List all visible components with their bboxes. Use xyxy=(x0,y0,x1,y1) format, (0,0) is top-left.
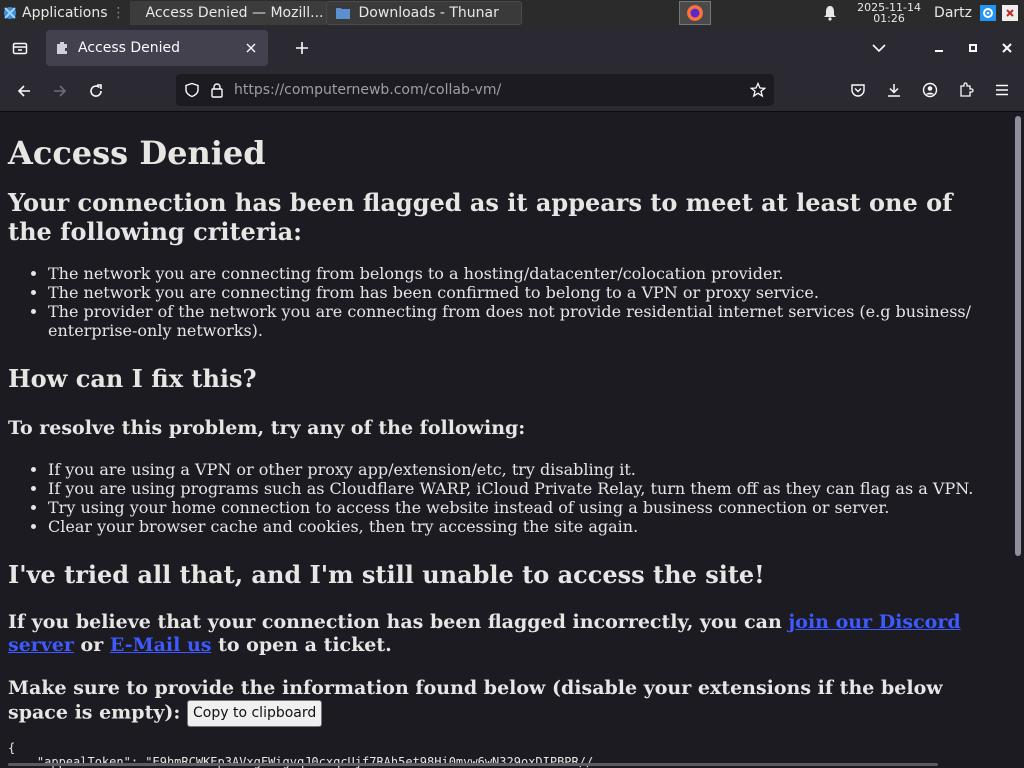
copy-to-clipboard-button[interactable]: Copy to clipboard xyxy=(187,700,323,727)
taskbar-item-thunar[interactable]: Downloads - Thunar xyxy=(325,1,522,25)
arrow-right-icon xyxy=(54,84,67,97)
provide-info-paragraph: Make sure to provide the information fou… xyxy=(8,677,1004,727)
list-all-tabs-button[interactable] xyxy=(862,31,896,65)
scrollbar-thumb[interactable] xyxy=(1015,116,1021,556)
forward-button[interactable] xyxy=(44,75,76,107)
clock-time: 01:26 xyxy=(873,12,905,25)
top-panel: Applications ⋮ Access Denied — Mozill...… xyxy=(0,0,1024,26)
horizontal-scrollbar[interactable] xyxy=(0,762,940,767)
fixes-list: If you are using a VPN or other proxy ap… xyxy=(48,460,1004,536)
lock-icon[interactable] xyxy=(210,82,224,98)
reload-icon xyxy=(90,83,102,97)
maximize-button[interactable] xyxy=(956,31,990,65)
new-tab-button[interactable] xyxy=(286,32,318,64)
download-icon xyxy=(888,84,900,97)
puzzle-icon xyxy=(960,82,974,97)
taskbar-item-label: Downloads - Thunar xyxy=(358,5,499,21)
shield-icon[interactable] xyxy=(184,82,200,98)
bell-icon xyxy=(824,6,837,21)
url-text[interactable]: https://computernewb.com/collab-vm/ xyxy=(234,82,740,98)
window-controls xyxy=(862,26,1024,70)
provide-text: Make sure to provide the information fou… xyxy=(8,677,943,724)
tab-access-denied[interactable]: Access Denied xyxy=(46,30,268,66)
panel-separator: ⋮ xyxy=(111,5,126,21)
page-title: Access Denied xyxy=(8,134,266,172)
email-link[interactable]: E-Mail us xyxy=(110,634,212,656)
firefox-launcher[interactable] xyxy=(679,1,711,25)
list-item: The network you are connecting from has … xyxy=(48,283,1004,302)
applications-menu[interactable]: Applications ⋮ xyxy=(0,0,130,26)
settings-tray-button[interactable] xyxy=(980,5,996,21)
scrollbar-thumb[interactable] xyxy=(8,763,938,766)
firefox-icon xyxy=(687,5,703,21)
tab-close-button[interactable] xyxy=(242,39,260,57)
list-item: If you are using a VPN or other proxy ap… xyxy=(48,460,1004,479)
vertical-scrollbar[interactable] xyxy=(1012,112,1024,768)
app-menu-button[interactable] xyxy=(984,74,1020,106)
notifications-button[interactable] xyxy=(810,5,850,21)
contact-mid: or xyxy=(73,634,110,656)
folder-icon xyxy=(335,8,350,19)
tab-strip: Access Denied xyxy=(0,26,1024,70)
plus-icon xyxy=(296,42,308,54)
resolve-heading: To resolve this problem, try any of the … xyxy=(8,417,526,439)
hamburger-menu-icon xyxy=(996,84,1008,96)
back-button[interactable] xyxy=(8,75,40,107)
tried-heading: I've tried all that, and I'm still unabl… xyxy=(8,560,765,589)
reload-button[interactable] xyxy=(80,75,112,107)
list-item: The network you are connecting from belo… xyxy=(48,264,1004,283)
fix-heading: How can I fix this? xyxy=(8,364,257,393)
window-close-button[interactable] xyxy=(990,31,1024,65)
minimize-button[interactable] xyxy=(922,31,956,65)
account-icon xyxy=(922,82,938,98)
clock[interactable]: 2025-11-14 01:26 xyxy=(850,2,928,24)
user-menu[interactable]: Dartz xyxy=(928,5,976,21)
url-bar[interactable]: https://computernewb.com/collab-vm/ xyxy=(176,74,774,106)
contact-paragraph: If you believe that your connection has … xyxy=(8,611,1004,657)
token-open: { xyxy=(8,741,16,755)
pocket-button[interactable] xyxy=(840,74,876,106)
toolbar-right xyxy=(840,74,1020,106)
xfce-logo-icon xyxy=(4,7,16,19)
close-icon xyxy=(1006,9,1014,17)
taskbar-item-label: Access Denied — Mozill... xyxy=(145,5,324,21)
star-icon[interactable] xyxy=(750,82,766,98)
gear-icon xyxy=(983,8,993,18)
applications-label: Applications xyxy=(22,5,108,21)
list-item: If you are using programs such as Cloudf… xyxy=(48,479,1004,498)
close-icon xyxy=(1002,43,1012,53)
pocket-icon xyxy=(851,84,865,97)
contact-prefix: If you believe that your connection has … xyxy=(8,611,789,633)
arrow-left-icon xyxy=(17,84,30,97)
criteria-list: The network you are connecting from belo… xyxy=(48,264,1004,340)
taskbar-item-firefox[interactable]: Access Denied — Mozill... xyxy=(129,1,326,25)
page-content: Access Denied Your connection has been f… xyxy=(0,112,1012,768)
close-session-button[interactable] xyxy=(1002,5,1018,21)
flagged-heading: Your connection has been flagged as it a… xyxy=(8,188,953,246)
panel-tray: 2025-11-14 01:26 Dartz xyxy=(810,0,1024,26)
firefox-view-button[interactable] xyxy=(2,30,38,66)
tab-title: Access Denied xyxy=(78,40,181,56)
navigation-toolbar: https://computernewb.com/collab-vm/ xyxy=(0,70,1024,112)
minimize-icon xyxy=(935,50,943,52)
account-button[interactable] xyxy=(912,74,948,106)
list-item: Try using your home connection to access… xyxy=(48,498,1004,517)
extensions-button[interactable] xyxy=(948,74,984,106)
maximize-icon xyxy=(969,44,977,52)
contact-suffix: to open a ticket. xyxy=(211,634,392,656)
firefox-view-icon xyxy=(12,42,28,55)
puzzle-favicon-icon xyxy=(57,42,67,54)
list-item: The provider of the network you are conn… xyxy=(48,302,1004,340)
url-domain: https://computernewb.com xyxy=(234,82,424,98)
url-path: /collab-vm/ xyxy=(423,82,502,98)
list-item: Clear your browser cache and cookies, th… xyxy=(48,517,1004,536)
downloads-button[interactable] xyxy=(876,74,912,106)
chevron-down-icon xyxy=(872,44,886,53)
close-icon xyxy=(246,43,256,53)
